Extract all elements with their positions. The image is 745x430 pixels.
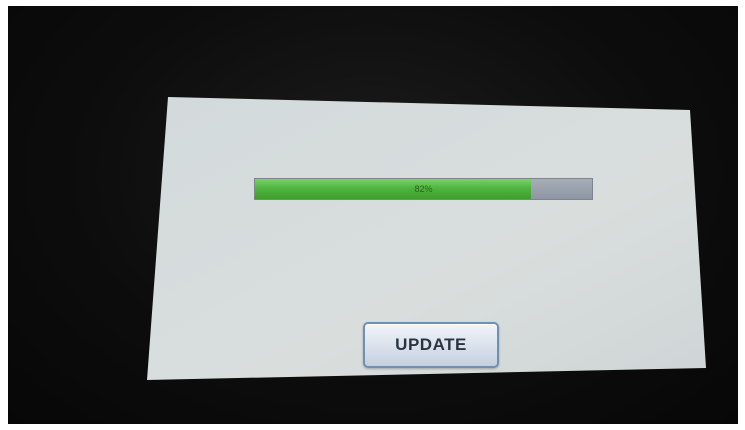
screen: 82% UPDATE [165, 97, 705, 382]
update-button[interactable]: UPDATE [363, 322, 499, 368]
update-progress-bar: 82% [254, 178, 593, 200]
progress-percent-label: 82% [414, 184, 433, 194]
photo-frame: 82% UPDATE [0, 0, 745, 430]
